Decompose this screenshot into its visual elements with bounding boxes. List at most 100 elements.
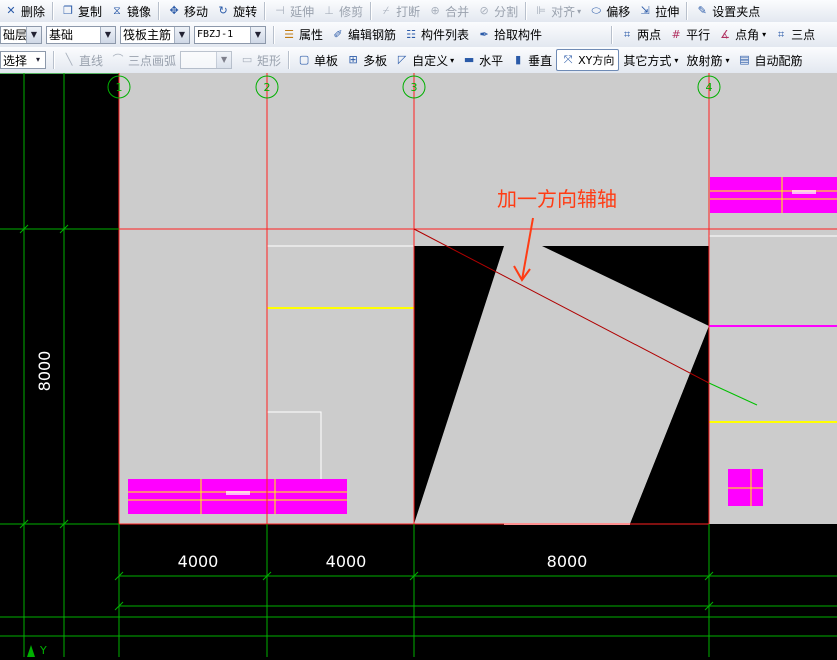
grip-icon: ✎ <box>697 4 707 17</box>
other-method-button[interactable]: 其它方式 ▾ <box>619 50 682 70</box>
delete-button[interactable]: ✕ 删除 <box>0 1 49 21</box>
line-button[interactable]: ╲ 直线 <box>58 50 107 70</box>
component-list-button[interactable]: ☷ 构件列表 <box>400 25 473 45</box>
list-icon: ☷ <box>406 27 416 41</box>
vertical-button[interactable]: ▮ 垂直 <box>507 50 556 70</box>
three-point-button[interactable]: ⌗ 三点 <box>770 25 819 45</box>
split-button[interactable]: ⊘ 分割 <box>473 1 522 21</box>
chevron-down-icon: ▾ <box>577 6 582 16</box>
stretch-icon: ⇲ <box>640 4 650 17</box>
rebar-highlight-left[interactable] <box>128 479 347 514</box>
copy-button[interactable]: ❐ 复制 <box>57 1 106 21</box>
single-board-icon: ▢ <box>298 53 310 66</box>
chevron-down-icon: ▼ <box>216 52 232 68</box>
select-mode-select[interactable]: 选择 ▾ <box>0 51 46 69</box>
rebar-highlight-small[interactable] <box>728 469 763 506</box>
move-icon: ✥ <box>169 4 179 17</box>
set-grip-button[interactable]: ✎ 设置夹点 <box>691 1 764 21</box>
component-toolbar: 础层 ▼ 基础 ▼ 筏板主筋 ▼ FBZJ-1 ▼ ☰ 属性 ✐ 编辑钢筋 ☷ 构件列表 ✒ 拾… <box>0 22 837 48</box>
horizontal-button[interactable]: ▬ 水平 <box>458 50 507 70</box>
rebar-text-blur <box>226 491 250 495</box>
trim-button[interactable]: ⊥ 修剪 <box>318 1 367 21</box>
mirror-button[interactable]: ⧖ 镜像 <box>106 1 155 21</box>
stretch-button[interactable]: ⇲ 拉伸 <box>634 1 683 21</box>
floor-select[interactable]: 础层 ▼ <box>0 25 42 44</box>
toolbar-separator <box>288 51 291 69</box>
pick-icon: ✒ <box>479 27 489 41</box>
single-board-button[interactable]: ▢ 单板 <box>293 50 342 70</box>
delete-icon: ✕ <box>6 4 16 17</box>
dimension-text: 4000 <box>326 552 367 571</box>
type-select[interactable]: 筏板主筋 ▼ <box>120 25 190 44</box>
radial-rebar-button[interactable]: 放射筋 ▾ <box>682 50 733 70</box>
move-button[interactable]: ✥ 移动 <box>163 1 212 21</box>
vertical-icon: ▮ <box>515 53 522 66</box>
edit-rebar-button[interactable]: ✐ 编辑钢筋 <box>327 25 400 45</box>
drawing-canvas[interactable]: 1 2 3 4 4000 4000 8000 8000 加一方向辅轴 Y <box>0 72 837 657</box>
custom-button[interactable]: ◸ 自定义 ▾ <box>391 50 458 70</box>
properties-button[interactable]: ☰ 属性 <box>278 25 327 45</box>
parallel-icon: # <box>671 27 681 41</box>
chevron-down-icon: ▾ <box>674 55 679 65</box>
ucs-arrow-icon <box>27 645 35 657</box>
rotate-icon: ↻ <box>218 4 228 17</box>
properties-icon: ☰ <box>284 27 294 41</box>
offset-button[interactable]: ⬭ 偏移 <box>585 1 634 21</box>
align-icon: ⊫ <box>536 4 546 17</box>
xy-direction-button[interactable]: ⤧ XY方向 <box>556 49 620 71</box>
edit-toolbar: ✕ 删除 ❐ 复制 ⧖ 镜像 ✥ 移动 ↻ 旋转 ⊣ 延伸 ⊥ 修剪 ⌿ 打断 ⊕ 合并 ⊘ 分割 … <box>0 0 837 23</box>
slab-right[interactable] <box>709 73 837 524</box>
line-icon: ╲ <box>65 53 73 66</box>
two-point-button[interactable]: ⌗ 两点 <box>616 25 665 45</box>
slab-regions <box>119 73 837 525</box>
multi-board-button[interactable]: ⊞ 多板 <box>342 50 391 70</box>
draw-toolbar: 选择 ▾ ╲ 直线 ⌒ 三点画弧 ▼ ▭ 矩形 ▢ 单板 ⊞ 多板 ◸ 自定义 ▾ ▬ 水平 ▮ 垂… <box>0 47 837 74</box>
axis-label-4: 4 <box>706 81 713 94</box>
horizontal-icon: ▬ <box>463 53 475 66</box>
chevron-down-icon: ▼ <box>100 26 115 43</box>
chevron-down-icon: ▼ <box>26 26 41 43</box>
align-button[interactable]: ⊫ 对齐 ▾ <box>530 1 585 21</box>
arc-icon: ⌒ <box>112 53 124 66</box>
toolbar-separator <box>158 2 161 20</box>
xy-direction-icon: ⤧ <box>563 53 573 66</box>
multi-board-icon: ⊞ <box>348 53 358 66</box>
annotation-text: 加一方向辅轴 <box>497 187 617 211</box>
drawing-svg[interactable]: 1 2 3 4 4000 4000 8000 8000 加一方向辅轴 Y <box>0 72 837 657</box>
chevron-down-icon: ▾ <box>762 30 767 39</box>
copy-icon: ❐ <box>63 4 73 17</box>
break-button[interactable]: ⌿ 打断 <box>375 1 424 21</box>
merge-button[interactable]: ⊕ 合并 <box>424 1 473 21</box>
toolbar-separator <box>52 2 55 20</box>
rebar-highlight-top-right[interactable] <box>710 177 837 213</box>
toolbar-separator <box>273 25 275 44</box>
toolbar-separator <box>264 2 267 20</box>
merge-icon: ⊕ <box>430 4 440 17</box>
trim-icon: ⊥ <box>324 4 334 17</box>
parallel-button[interactable]: # 平行 <box>665 25 714 45</box>
rebar-text-blur <box>792 190 816 194</box>
toolbar-separator <box>53 51 55 69</box>
category-select[interactable]: 基础 ▼ <box>46 25 116 44</box>
arc-option-select[interactable]: ▼ <box>180 51 233 69</box>
three-point-arc-button[interactable]: ⌒ 三点画弧 <box>107 50 180 70</box>
offset-icon: ⬭ <box>591 4 601 17</box>
break-icon: ⌿ <box>382 4 390 17</box>
rectangle-icon: ▭ <box>241 53 253 66</box>
auto-rebar-icon: ▤ <box>739 53 750 66</box>
pick-component-button[interactable]: ✒ 拾取构件 <box>473 25 546 45</box>
toolbar-separator <box>686 2 689 20</box>
rotate-button[interactable]: ↻ 旋转 <box>212 1 261 21</box>
extend-button[interactable]: ⊣ 延伸 <box>269 1 318 21</box>
component-select[interactable]: FBZJ-1 ▼ <box>194 25 266 44</box>
custom-icon: ◸ <box>397 53 407 66</box>
point-angle-icon: ∡ <box>720 27 731 41</box>
point-angle-button[interactable]: ∡ 点角 ▾ <box>714 25 770 45</box>
three-point-icon: ⌗ <box>778 27 785 41</box>
chevron-down-icon: ▼ <box>250 26 265 43</box>
auto-rebar-button[interactable]: ▤ 自动配筋 <box>733 50 806 70</box>
toolbar-separator <box>370 2 373 20</box>
split-icon: ⊘ <box>479 4 489 17</box>
rectangle-button[interactable]: ▭ 矩形 <box>236 50 285 70</box>
dimension-text-vertical: 8000 <box>35 351 54 392</box>
